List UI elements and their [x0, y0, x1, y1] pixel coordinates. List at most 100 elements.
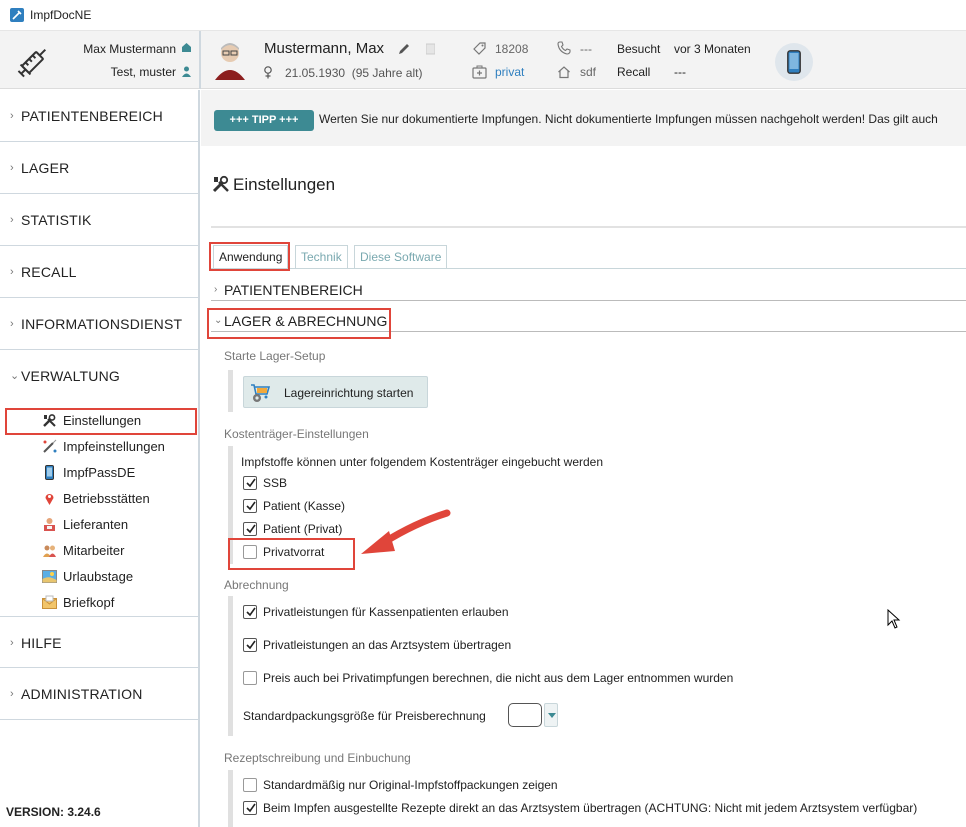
sidebar-subitem-briefkopf[interactable]: Briefkopf [40, 590, 198, 616]
chevron-right-icon: › [10, 318, 14, 330]
sidebar-item-informationsdienst[interactable]: › INFORMATIONSDIENST [0, 298, 198, 350]
highlight-box-anwendung [209, 242, 290, 271]
sidebar-subitem-urlaubstage[interactable]: Urlaubstage [40, 564, 198, 590]
pack-size-label: Standardpackungsgröße für Preisberechnun… [243, 709, 486, 723]
staff-icon [43, 545, 56, 557]
chevron-right-icon: › [10, 637, 14, 649]
pack-size-select[interactable] [508, 703, 542, 727]
patient-header: Max Mustermann Test, muster Mustermann, … [0, 31, 966, 89]
checkbox-box[interactable] [243, 476, 257, 490]
supplier-icon [44, 518, 55, 531]
vacation-icon [42, 570, 57, 583]
envelope-icon [42, 595, 57, 609]
title-bar: ImpfDocNE [0, 0, 966, 31]
gender-icon [264, 66, 272, 79]
dropdown-arrow-icon[interactable] [544, 703, 558, 727]
highlight-box-privatvorrat [228, 538, 355, 570]
sidebar-subitem-lieferanten[interactable]: Lieferanten [40, 512, 198, 538]
mouse-cursor-icon [887, 609, 901, 629]
header-divider [199, 31, 201, 89]
highlight-box-lager-abrechnung [207, 308, 391, 339]
lagereinrichtung-start-button[interactable]: Lagereinrichtung starten [243, 376, 428, 408]
checkbox-box[interactable] [243, 522, 257, 536]
chevron-right-icon: › [10, 688, 14, 700]
tools-icon [212, 175, 229, 193]
tip-text: Werten Sie nur dokumentierte Impfungen. … [319, 112, 938, 126]
syringe-logo-icon[interactable] [14, 41, 54, 81]
visited-value: vor 3 Monaten [674, 42, 751, 56]
accordion-patientenbereich[interactable]: › PATIENTENBEREICH [211, 280, 966, 302]
checkbox-box[interactable] [243, 499, 257, 513]
sidebar-item-administration[interactable]: › ADMINISTRATION [0, 668, 198, 720]
tag-icon [473, 42, 486, 55]
mobile-icon [45, 465, 54, 480]
group-label-kostentraeger: Kostenträger-Einstellungen [224, 427, 369, 441]
checkbox-box[interactable] [243, 638, 257, 652]
insurer-number: 18208 [495, 42, 529, 56]
sidebar-item-recall[interactable]: › RECALL [0, 246, 198, 298]
checkbox-box[interactable] [243, 778, 257, 792]
app-icon [10, 8, 24, 22]
sidebar-item-statistik[interactable]: › STATISTIK [0, 194, 198, 246]
sidebar-item-verwaltung[interactable]: ⌄ VERWALTUNG [0, 350, 198, 402]
visited-label: Besucht [617, 42, 661, 56]
birth-date: 21.05.1930 (95 Jahre alt) [285, 66, 423, 80]
tab-diese-software[interactable]: Diese Software [354, 245, 448, 269]
recall-value: --- [674, 65, 686, 79]
page-title: Einstellungen [233, 175, 336, 194]
group-bar [228, 370, 233, 412]
group-label-rezeptschreibung: Rezeptschreibung und Einbuchung [224, 751, 411, 765]
card-icon [426, 43, 435, 55]
sidebar-subitem-impfpassde[interactable]: ImpfPassDE [40, 460, 198, 486]
patient-name: Mustermann, Max [264, 40, 385, 57]
chevron-right-icon: › [10, 214, 14, 226]
recall-label: Recall [617, 65, 651, 79]
insurance-type[interactable]: privat [495, 65, 524, 79]
checkbox-box[interactable] [243, 801, 257, 815]
home-icon [558, 66, 570, 79]
group-label-lager-setup: Starte Lager-Setup [224, 349, 326, 363]
chevron-right-icon: › [10, 266, 14, 278]
chevron-right-icon: › [214, 284, 218, 295]
sidebar-subitem-betriebsstaetten[interactable]: Betriebsstätten [40, 486, 198, 512]
chevron-down-icon: ⌄ [10, 370, 20, 382]
person-icon [182, 66, 191, 77]
sidebar-subitem-mitarbeiter[interactable]: Mitarbeiter [40, 538, 198, 564]
insurance-icon [472, 65, 487, 79]
mobile-device-icon[interactable] [775, 43, 813, 81]
group-label-abrechnung: Abrechnung [224, 578, 289, 592]
main-content: +++ TIPP +++ Werten Sie nur dokumentiert… [201, 90, 966, 827]
phone-icon [557, 41, 571, 55]
title-divider [211, 226, 966, 228]
sidebar-item-lager[interactable]: › LAGER [0, 142, 198, 194]
cart-gear-icon [251, 384, 271, 402]
group-bar [228, 770, 233, 827]
sidebar-item-patientenbereich[interactable]: › PATIENTENBEREICH [0, 90, 198, 142]
sidebar: › PATIENTENBEREICH › LAGER › STATISTIK ›… [0, 90, 200, 827]
syringe-icon [43, 439, 57, 453]
annotation-arrow-icon [361, 509, 451, 554]
tip-badge: +++ TIPP +++ [214, 110, 314, 131]
pencil-icon[interactable] [397, 42, 411, 56]
checkbox-box[interactable] [243, 605, 257, 619]
window-title: ImpfDocNE [30, 8, 92, 22]
tab-technik[interactable]: Technik [295, 245, 348, 269]
phone-value: --- [580, 42, 592, 56]
map-pin-icon [45, 494, 54, 505]
chevron-right-icon: › [10, 110, 14, 122]
tip-strip: +++ TIPP +++ Werten Sie nur dokumentiert… [201, 90, 966, 146]
accordion-divider [211, 300, 966, 301]
house-icon [182, 43, 191, 52]
avatar [212, 40, 248, 80]
sidebar-item-hilfe[interactable]: › HILFE [0, 616, 198, 668]
highlight-box-einstellungen [5, 408, 197, 435]
address-value: sdf [580, 65, 597, 79]
group-bar [228, 596, 233, 736]
version-label: VERSION: 3.24.6 [6, 805, 101, 819]
checkbox-box[interactable] [243, 671, 257, 685]
kostentraeger-description: Impfstoffe können unter folgendem Kosten… [241, 455, 604, 469]
user-name: Max Mustermann [83, 42, 176, 56]
user-role: Test, muster [110, 65, 176, 79]
sidebar-subitem-impfeinstellungen[interactable]: Impfeinstellungen [40, 434, 198, 460]
tabs-underline [210, 268, 966, 269]
